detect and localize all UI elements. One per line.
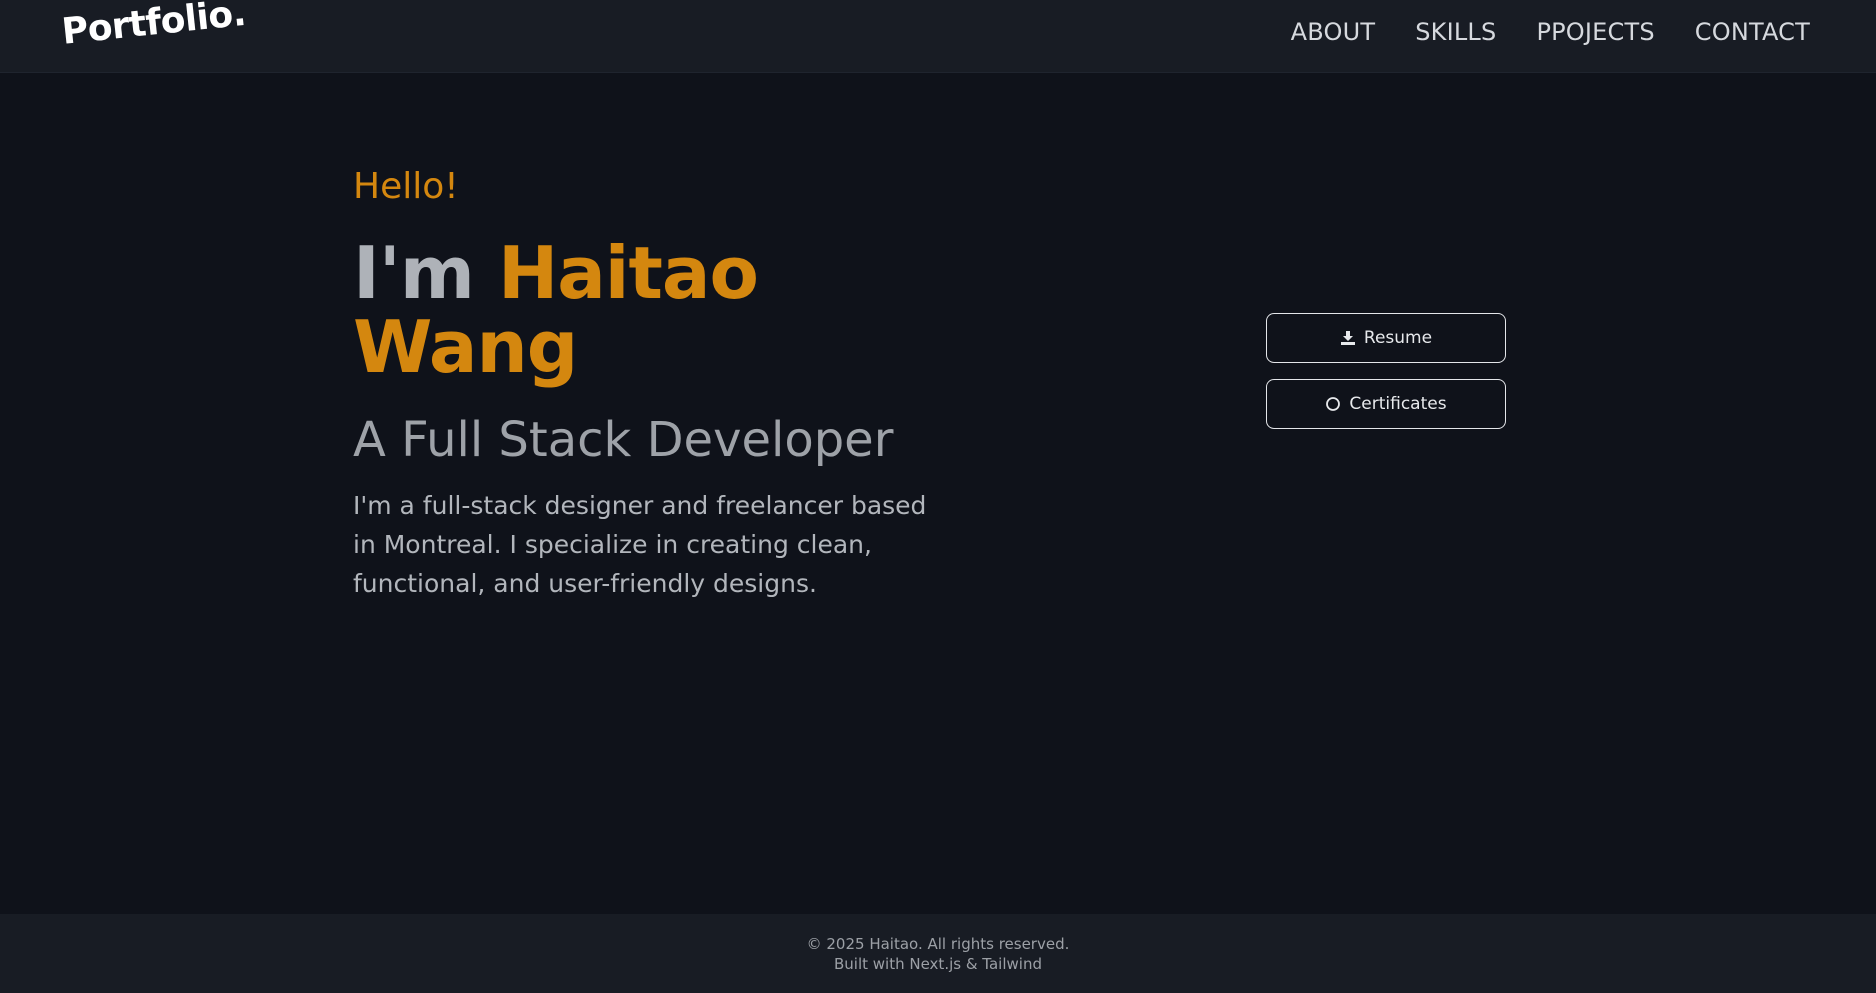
greeting: Hello! bbox=[353, 166, 459, 207]
nav-item-contact[interactable]: CONTACT bbox=[1695, 18, 1810, 46]
hero-role: A Full Stack Developer bbox=[353, 412, 894, 468]
headline-first-name: Haitao bbox=[497, 231, 759, 315]
page: Portfolio. ABOUT SKILLS PPOJECTS CONTACT… bbox=[0, 0, 1876, 993]
footer-copyright: © 2025 Haitao. All rights reserved. bbox=[806, 935, 1070, 953]
hero-bio: I'm a full-stack designer and freelancer… bbox=[353, 491, 927, 598]
resume-button[interactable]: Resume bbox=[1266, 313, 1506, 363]
nav-item-skills[interactable]: SKILLS bbox=[1415, 18, 1496, 46]
certificates-button[interactable]: Certificates bbox=[1266, 379, 1506, 429]
headline-prefix: I'm bbox=[353, 231, 475, 315]
top-nav-bar: Portfolio. ABOUT SKILLS PPOJECTS CONTACT bbox=[0, 0, 1876, 73]
resume-button-label: Resume bbox=[1363, 328, 1433, 348]
hero-headline: I'm Haitao Wang bbox=[353, 236, 913, 384]
main-nav: ABOUT SKILLS PPOJECTS CONTACT bbox=[1291, 18, 1810, 46]
download-icon bbox=[1340, 330, 1356, 346]
footer-built-with: Built with Next.js & Tailwind bbox=[834, 955, 1042, 973]
logo[interactable]: Portfolio. bbox=[60, 0, 248, 53]
nav-item-about[interactable]: ABOUT bbox=[1291, 18, 1376, 46]
footer: © 2025 Haitao. All rights reserved. Buil… bbox=[0, 914, 1876, 993]
headline-last-name: Wang bbox=[353, 305, 578, 389]
circle-icon bbox=[1325, 396, 1341, 412]
nav-item-projects[interactable]: PPOJECTS bbox=[1536, 18, 1654, 46]
certificates-button-label: Certificates bbox=[1349, 394, 1447, 414]
